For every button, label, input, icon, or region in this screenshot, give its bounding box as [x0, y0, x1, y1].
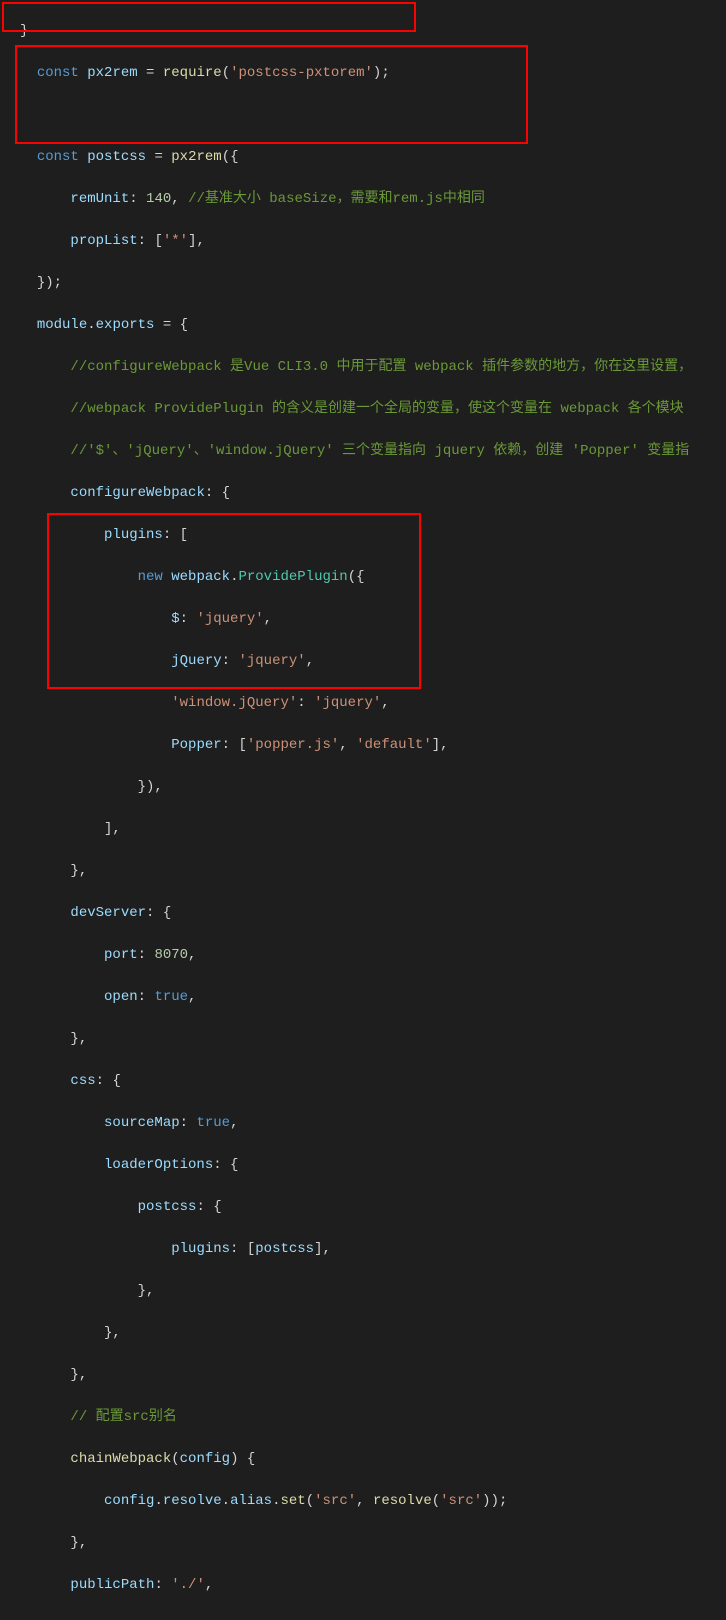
code-line: loaderOptions: {	[20, 1155, 721, 1176]
code-line: // 配置src别名	[20, 1407, 721, 1428]
code-line: }),	[20, 777, 721, 798]
code-line: const postcss = px2rem({	[20, 147, 721, 168]
code-line: });	[20, 273, 721, 294]
code-line: port: 8070,	[20, 945, 721, 966]
code-line: config.resolve.alias.set('src', resolve(…	[20, 1491, 721, 1512]
code-line: open: true,	[20, 987, 721, 1008]
code-line: plugins: [postcss],	[20, 1239, 721, 1260]
code-line: propList: ['*'],	[20, 231, 721, 252]
code-line: postcss: {	[20, 1197, 721, 1218]
code-line: module.exports = {	[20, 315, 721, 336]
code-block[interactable]: } const px2rem = require('postcss-pxtore…	[0, 0, 726, 1620]
code-line: Popper: ['popper.js', 'default'],	[20, 735, 721, 756]
code-line: //configureWebpack 是Vue CLI3.0 中用于配置 web…	[20, 357, 721, 378]
code-line: $: 'jquery',	[20, 609, 721, 630]
code-line: sourceMap: true,	[20, 1113, 721, 1134]
code-line: publicPath: './',	[20, 1575, 721, 1596]
code-line: },	[20, 1029, 721, 1050]
code-line: }	[20, 21, 721, 42]
code-line: ],	[20, 819, 721, 840]
code-line: chainWebpack(config) {	[20, 1449, 721, 1470]
code-line: //'$'、'jQuery'、'window.jQuery' 三个变量指向 jq…	[20, 441, 721, 462]
code-line: },	[20, 861, 721, 882]
code-line: new webpack.ProvidePlugin({	[20, 567, 721, 588]
code-line	[20, 105, 721, 126]
code-line: css: {	[20, 1071, 721, 1092]
code-line: const px2rem = require('postcss-pxtorem'…	[20, 63, 721, 84]
code-line: jQuery: 'jquery',	[20, 651, 721, 672]
code-line: lintOnSave: false,	[20, 1617, 721, 1620]
code-line: devServer: {	[20, 903, 721, 924]
code-line: configureWebpack: {	[20, 483, 721, 504]
code-line: 'window.jQuery': 'jquery',	[20, 693, 721, 714]
code-line: plugins: [	[20, 525, 721, 546]
code-line: remUnit: 140, //基准大小 baseSize，需要和rem.js中…	[20, 189, 721, 210]
code-line: },	[20, 1365, 721, 1386]
code-line: },	[20, 1281, 721, 1302]
code-editor-viewport: } const px2rem = require('postcss-pxtore…	[0, 0, 726, 1620]
code-line: },	[20, 1323, 721, 1344]
code-line: },	[20, 1533, 721, 1554]
code-line: //webpack ProvidePlugin 的含义是创建一个全局的变量，使这…	[20, 399, 721, 420]
